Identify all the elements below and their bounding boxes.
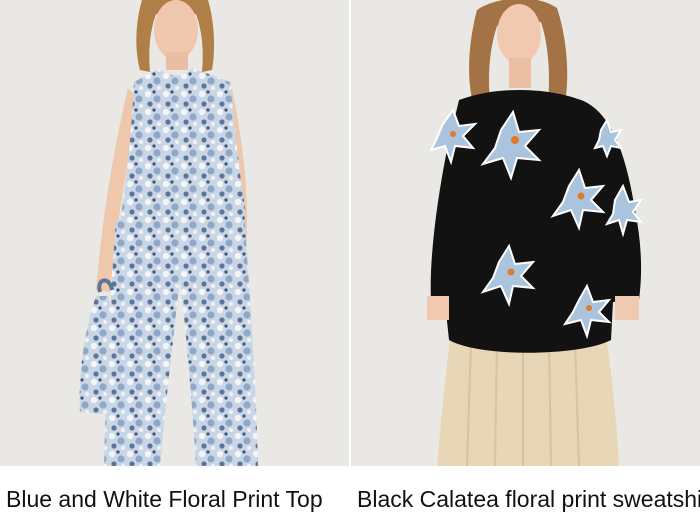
product-photo-floral-top <box>0 0 349 466</box>
product-image[interactable] <box>351 0 700 466</box>
product-title[interactable]: Blue and White Floral Print Top <box>6 484 349 515</box>
product-grid: Blue and White Floral Print Top Black Ca… <box>0 0 700 525</box>
product-card[interactable]: Black Calatea floral print sweatshirt <box>351 0 700 525</box>
product-image[interactable] <box>0 0 349 466</box>
product-card[interactable]: Blue and White Floral Print Top <box>0 0 349 525</box>
product-title[interactable]: Black Calatea floral print sweatshirt <box>357 484 700 515</box>
product-photo-calatea-sweatshirt <box>351 0 700 466</box>
